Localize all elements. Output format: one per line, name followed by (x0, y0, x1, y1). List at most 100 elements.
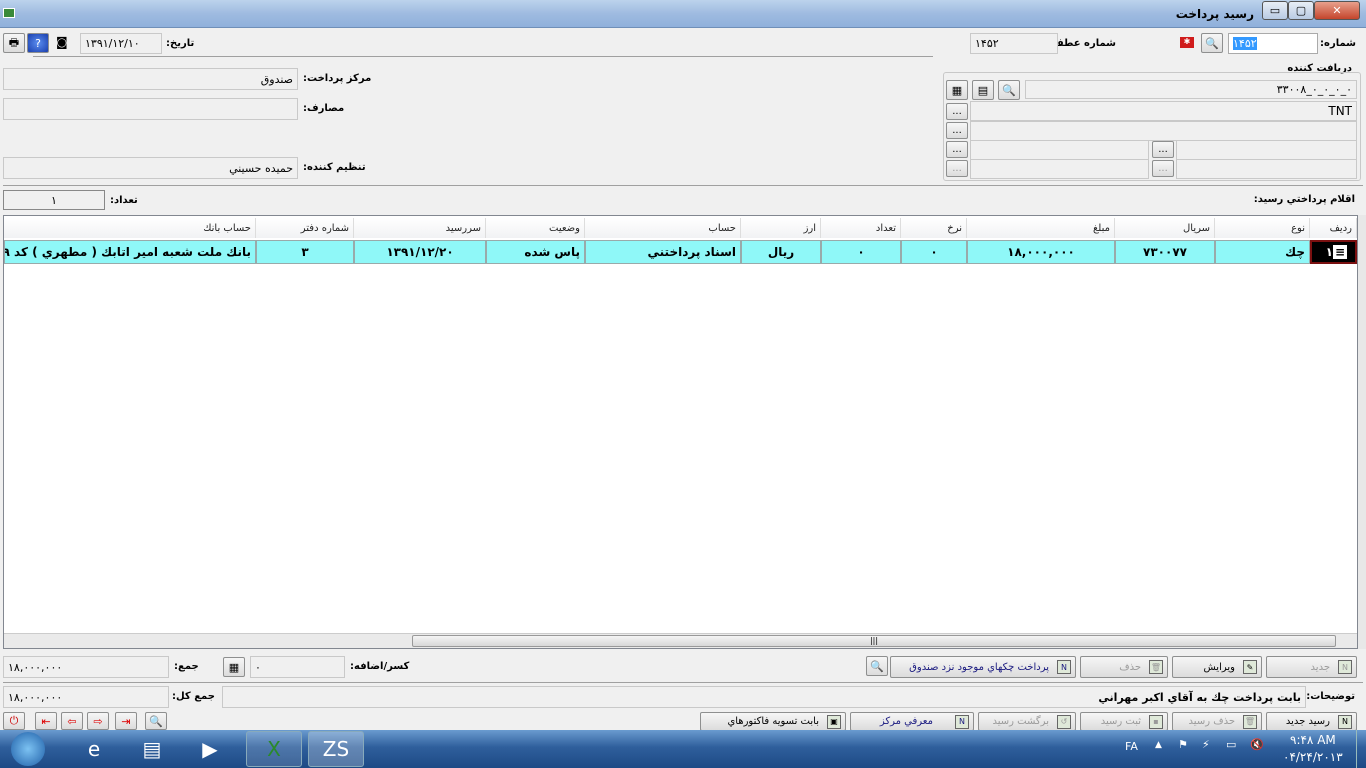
table-cell[interactable]: ۳ (256, 240, 354, 264)
receiver-field[interactable] (1176, 159, 1357, 179)
column-header[interactable]: شماره دفتر (256, 218, 354, 238)
number-input[interactable]: ۱۴۵۲ (1228, 33, 1318, 54)
window-title: رسيد پرداخت (1175, 7, 1254, 21)
column-header[interactable]: مبلغ (967, 218, 1115, 238)
network-icon[interactable]: ▭ (1226, 738, 1236, 751)
receiver-field[interactable] (1176, 140, 1357, 160)
expense-field[interactable] (3, 98, 298, 120)
clipboard-icon: ▣ (827, 714, 841, 729)
column-header[interactable]: نوع (1215, 218, 1310, 238)
show-desktop-button[interactable] (1356, 730, 1366, 768)
invoice-settle-button[interactable]: ▣ بابت تسويه فاكتورهاي (700, 712, 846, 731)
power-plug-icon[interactable]: ⚡ (1202, 738, 1210, 751)
ellipsis-button[interactable]: ... (946, 141, 968, 158)
receiver-search-button[interactable]: 🔍 (998, 80, 1020, 100)
search-binoculars-button[interactable]: 🔍 (1201, 33, 1223, 53)
delete-folder-icon[interactable]: ✱ (1180, 37, 1194, 48)
clock-time[interactable]: ۹:۴۸ AM (1290, 733, 1336, 747)
ellipsis-button[interactable]: ... (946, 122, 968, 139)
help-button[interactable]: ? (27, 33, 49, 53)
column-header[interactable]: سريال (1115, 218, 1215, 238)
minimize-button[interactable]: ▭ (1262, 1, 1288, 20)
receiver-field[interactable] (970, 140, 1149, 160)
accounting-app-taskbar-button[interactable]: ZS (308, 731, 364, 767)
column-header[interactable]: تعداد (821, 218, 901, 238)
next-record-button[interactable]: ⇨ (87, 712, 109, 730)
table-cell[interactable]: بانك ملت شعبه امير اتابك ( مطهري ) كد ۶۵… (4, 240, 256, 264)
print-button[interactable]: 🖶 (3, 33, 25, 53)
find-record-button[interactable]: 🔍 (145, 712, 167, 730)
receiver-name-field[interactable]: TNT (970, 101, 1357, 121)
receiver-field[interactable] (970, 159, 1149, 179)
save-receipt-button[interactable]: ▪ ثبت رسيد (1080, 712, 1168, 731)
pay-checks-search-button[interactable]: 🔍 (866, 656, 888, 676)
column-header[interactable]: سررسيد (354, 218, 486, 238)
ellipsis-button[interactable]: ... (946, 160, 968, 177)
user-icon[interactable]: ◙ (56, 35, 72, 51)
vertical-scrollbar[interactable] (1358, 215, 1366, 649)
first-record-button[interactable]: ⇤ (35, 712, 57, 730)
start-button[interactable] (4, 731, 52, 767)
previous-record-button[interactable]: ⇦ (61, 712, 83, 730)
table-cell[interactable]: ≡ ۱ (1310, 240, 1357, 264)
new-button[interactable]: N جديد (1266, 656, 1357, 678)
table-edit-icon: ▦ (228, 660, 240, 674)
receiver-field[interactable] (970, 121, 1357, 141)
excel-taskbar-button[interactable]: X (246, 731, 302, 767)
column-header[interactable]: وضعيت (486, 218, 585, 238)
table-cell[interactable]: ۷۳۰۰۷۷ (1115, 240, 1215, 264)
items-grid[interactable]: رديف نوع سريال مبلغ نرخ تعداد ارز حساب وضعيت سررس… (3, 215, 1358, 649)
table-cell[interactable]: ريال (741, 240, 821, 264)
table-cell[interactable]: ۱۳۹۱/۱۲/۲۰ (354, 240, 486, 264)
new-doc-button[interactable]: ▤ (972, 80, 994, 100)
grid-edit-button[interactable]: ▦ (946, 80, 968, 100)
return-receipt-button[interactable]: ↺ برگشت رسيد (978, 712, 1076, 731)
clock-date[interactable]: ۰۴/۲۴/۲۰۱۳ (1283, 750, 1343, 764)
table-cell[interactable]: ۰ (821, 240, 901, 264)
internet-explorer-icon[interactable]: e (66, 731, 122, 767)
scrollbar-thumb[interactable]: ||| (412, 635, 1336, 647)
action-center-flag-icon[interactable]: ⚑ (1178, 738, 1188, 751)
volume-muted-icon[interactable]: 🔇 (1250, 738, 1264, 751)
column-header[interactable]: نرخ (901, 218, 967, 238)
last-arrow-icon: ⇥ (121, 714, 131, 728)
left-arrow-icon: ⇦ (67, 714, 77, 728)
ellipsis-button[interactable]: ... (1152, 141, 1174, 158)
delete-receipt-button[interactable]: 🗑 حذف رسيد (1172, 712, 1262, 731)
media-player-icon[interactable]: ▶ (182, 731, 238, 767)
column-header[interactable]: حساب (585, 218, 741, 238)
table-cell[interactable]: اسناد پرداختني (585, 240, 741, 264)
delete-button[interactable]: 🗑 حذف (1080, 656, 1168, 678)
table-cell[interactable]: ۱۸,۰۰۰,۰۰۰ (967, 240, 1115, 264)
table-cell[interactable]: چك (1215, 240, 1310, 264)
notes-field[interactable]: بابت پرداخت چك به آقاي اكبر مهراني (222, 686, 1306, 708)
last-record-button[interactable]: ⇥ (115, 712, 137, 730)
right-arrow-icon: ⇨ (93, 714, 103, 728)
receiver-code-field[interactable]: ۰_۰_۰_۰_۳۳۰۰۸ (1025, 80, 1357, 99)
adjust-field[interactable]: ۰ (250, 656, 345, 678)
close-button[interactable]: ✕ (1314, 1, 1360, 20)
exit-button[interactable]: ⏻ (3, 712, 25, 730)
expense-label: مصارف: (303, 103, 345, 114)
table-cell[interactable]: ۰ (901, 240, 967, 264)
ellipsis-button[interactable]: ... (1152, 160, 1174, 177)
ellipsis-button[interactable]: ... (946, 103, 968, 120)
adjust-edit-button[interactable]: ▦ (223, 657, 245, 677)
show-hidden-icons[interactable]: ▲ (1155, 740, 1162, 750)
creator-field[interactable]: حميده حسيني (3, 157, 298, 179)
date-field[interactable]: ۱۳۹۱/۱۲/۱۰ (80, 33, 162, 54)
new-receipt-button[interactable]: N رسيد جديد (1266, 712, 1357, 731)
table-cell[interactable]: پاس شده (486, 240, 585, 264)
file-explorer-icon[interactable]: ▤ (124, 731, 180, 767)
column-header[interactable]: ارز (741, 218, 821, 238)
language-indicator[interactable]: FA (1125, 740, 1138, 753)
edit-button[interactable]: ✎ ويرايش (1172, 656, 1262, 678)
pay-checks-button[interactable]: N پرداخت چكهاي موجود نزد صندوق (890, 656, 1076, 678)
payment-center-field[interactable]: صندوق (3, 68, 298, 90)
column-header[interactable]: رديف (1310, 218, 1357, 238)
horizontal-scrollbar[interactable]: ||| (4, 633, 1357, 648)
maximize-button[interactable]: ▢ (1288, 1, 1314, 20)
introduce-center-button[interactable]: N معرفي مركز (850, 712, 974, 731)
column-header[interactable]: حساب بانك (4, 218, 256, 238)
ref-number-field[interactable]: ۱۴۵۲ (970, 33, 1058, 54)
